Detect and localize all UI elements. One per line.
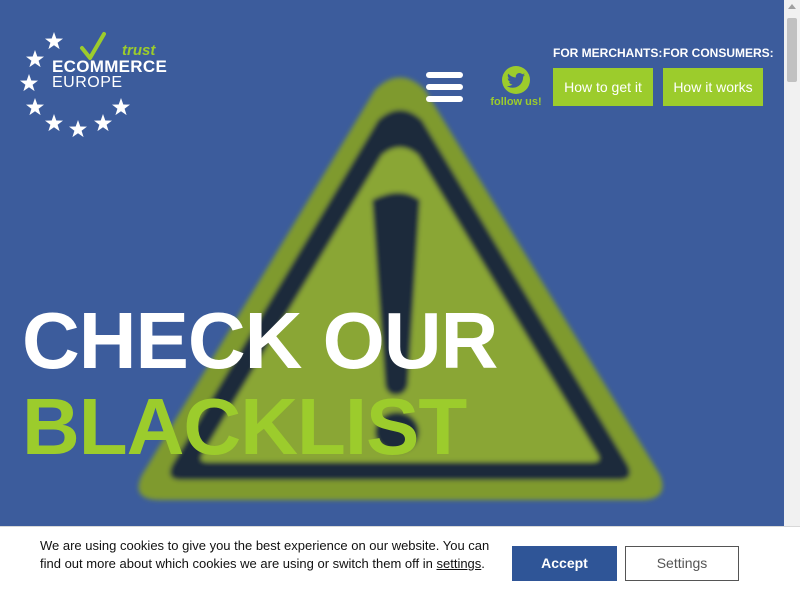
cookie-consent-bar: We are using cookies to give you the bes… xyxy=(0,526,800,600)
follow-us-link[interactable]: follow us! xyxy=(486,66,546,108)
cookie-settings-button[interactable]: Settings xyxy=(625,546,739,581)
hero-section: trust ECOMMERCE EUROPE follow us! FOR ME… xyxy=(0,0,784,526)
twitter-icon xyxy=(502,66,530,94)
scroll-thumb[interactable] xyxy=(787,18,797,82)
headline-line-2: BLACKLIST xyxy=(22,382,467,471)
merchants-caption: FOR MERCHANTS: xyxy=(553,46,663,60)
cookie-settings-link[interactable]: settings xyxy=(436,556,481,571)
logo-europe-text: EUROPE xyxy=(52,74,123,91)
hamburger-menu-button[interactable] xyxy=(426,72,466,108)
cookie-message-text: We are using cookies to give you the bes… xyxy=(40,538,490,571)
consumers-caption: FOR CONSUMERS: xyxy=(663,46,774,60)
vertical-scrollbar[interactable] xyxy=(784,0,800,526)
scroll-up-arrow-icon[interactable] xyxy=(788,4,796,9)
ecommerce-europe-logo[interactable]: trust ECOMMERCE EUROPE xyxy=(18,28,168,143)
follow-us-label: follow us! xyxy=(490,96,542,108)
merchants-nav: FOR MERCHANTS: How to get it xyxy=(553,46,662,106)
cookie-message-end: . xyxy=(481,556,485,571)
how-to-get-it-button[interactable]: How to get it xyxy=(553,68,653,106)
hero-headline: CHECK OUR BLACKLIST xyxy=(22,296,498,471)
checkmark-icon xyxy=(80,32,106,60)
consumers-nav: FOR CONSUMERS: How it works xyxy=(663,46,774,106)
headline-line-1: CHECK OUR xyxy=(22,296,498,385)
cookie-message: We are using cookies to give you the bes… xyxy=(40,537,490,573)
hamburger-icon-bar xyxy=(426,84,463,90)
accept-cookies-button[interactable]: Accept xyxy=(512,546,617,581)
how-it-works-button[interactable]: How it works xyxy=(663,68,763,106)
hamburger-icon-bar xyxy=(426,72,463,78)
hamburger-icon-bar xyxy=(426,96,463,102)
